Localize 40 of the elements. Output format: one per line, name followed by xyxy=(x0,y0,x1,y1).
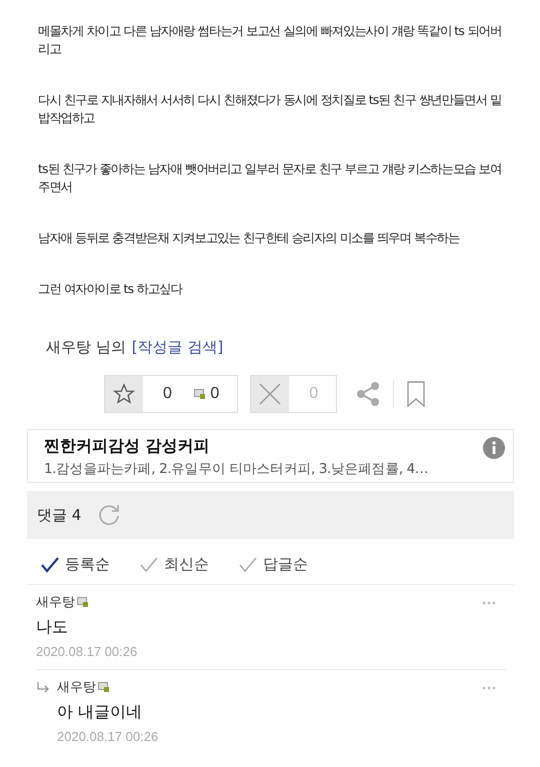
like-button[interactable] xyxy=(105,376,143,412)
comment-author[interactable]: 새우탕 xyxy=(36,593,138,611)
dislike-count: 0 xyxy=(309,385,318,403)
post-paragraph: ts된 친구가 좋아하는 남자애 뺏어버리고 일부러 문자로 친구 부르고 걔랑 키스하는모습 보여주면서 xyxy=(38,161,502,196)
post-paragraph: 남자애 등뒤로 충격받은채 지켜보고있는 친구한테 승리자의 미소를 띄우며 복수하는 xyxy=(38,230,460,247)
author-name: 새우탕 님의 xyxy=(46,338,126,357)
share-icon[interactable] xyxy=(355,381,382,407)
comment-date: 2020.08.17 00:26 xyxy=(57,729,158,744)
bookmark-icon[interactable] xyxy=(406,381,426,407)
like-count: 0 xyxy=(163,385,172,403)
member-badge-icon xyxy=(194,389,206,399)
cafe-title: 찐한커피감성 감성커피 xyxy=(44,436,211,457)
comment-total: 댓글 4 xyxy=(37,506,82,524)
star-icon xyxy=(113,383,135,405)
comment-count: 0 xyxy=(194,385,220,403)
comment-author[interactable]: 새우탕 xyxy=(57,678,158,696)
comment-text: 나도 xyxy=(36,617,69,638)
cafe-card[interactable]: 찐한커피감성 감성커피 1.감성을파는카페, 2.유일무이 티마스터커피, 3.낮은폐점률, 4… xyxy=(27,429,514,483)
reply-arrow-icon xyxy=(36,682,50,694)
check-icon xyxy=(239,556,257,572)
post-paragraph: 메몰차게 차이고 다른 남자애랑 썸타는거 보고선 실의에 빠져있는사이 걔랑 똑같이 ts 되어버리고 xyxy=(38,23,502,58)
more-icon[interactable] xyxy=(482,686,496,690)
post-paragraph: 그런 여자아이로 ts 하고싶다 xyxy=(38,281,184,298)
sort-tab[interactable]: 답글순 xyxy=(239,555,308,574)
cafe-description: 1.감성을파는카페, 2.유일무이 티마스터커피, 3.낮은폐점률, 4… xyxy=(44,460,429,478)
check-icon xyxy=(140,556,158,572)
post-paragraph: 다시 친구로 지내자해서 서서히 다시 친해졌다가 동시에 정치질로 ts된 친구 썅년만들면서 밑밥작업하고 xyxy=(38,92,502,127)
member-badge-icon xyxy=(77,597,89,607)
close-icon xyxy=(258,382,282,406)
member-badge-icon xyxy=(98,682,110,692)
comment-text: 아 내글이네 xyxy=(57,702,144,723)
sort-tab[interactable]: 등록순 xyxy=(41,555,110,574)
refresh-icon[interactable] xyxy=(97,503,122,527)
more-icon[interactable] xyxy=(482,601,496,605)
comment-date: 2020.08.17 00:26 xyxy=(36,644,138,659)
dislike-button[interactable] xyxy=(251,376,290,412)
search-posts-link[interactable]: [작성글 검색] xyxy=(132,338,224,357)
sort-tab[interactable]: 최신순 xyxy=(140,555,209,574)
check-icon xyxy=(41,556,59,572)
info-icon[interactable] xyxy=(483,437,505,459)
